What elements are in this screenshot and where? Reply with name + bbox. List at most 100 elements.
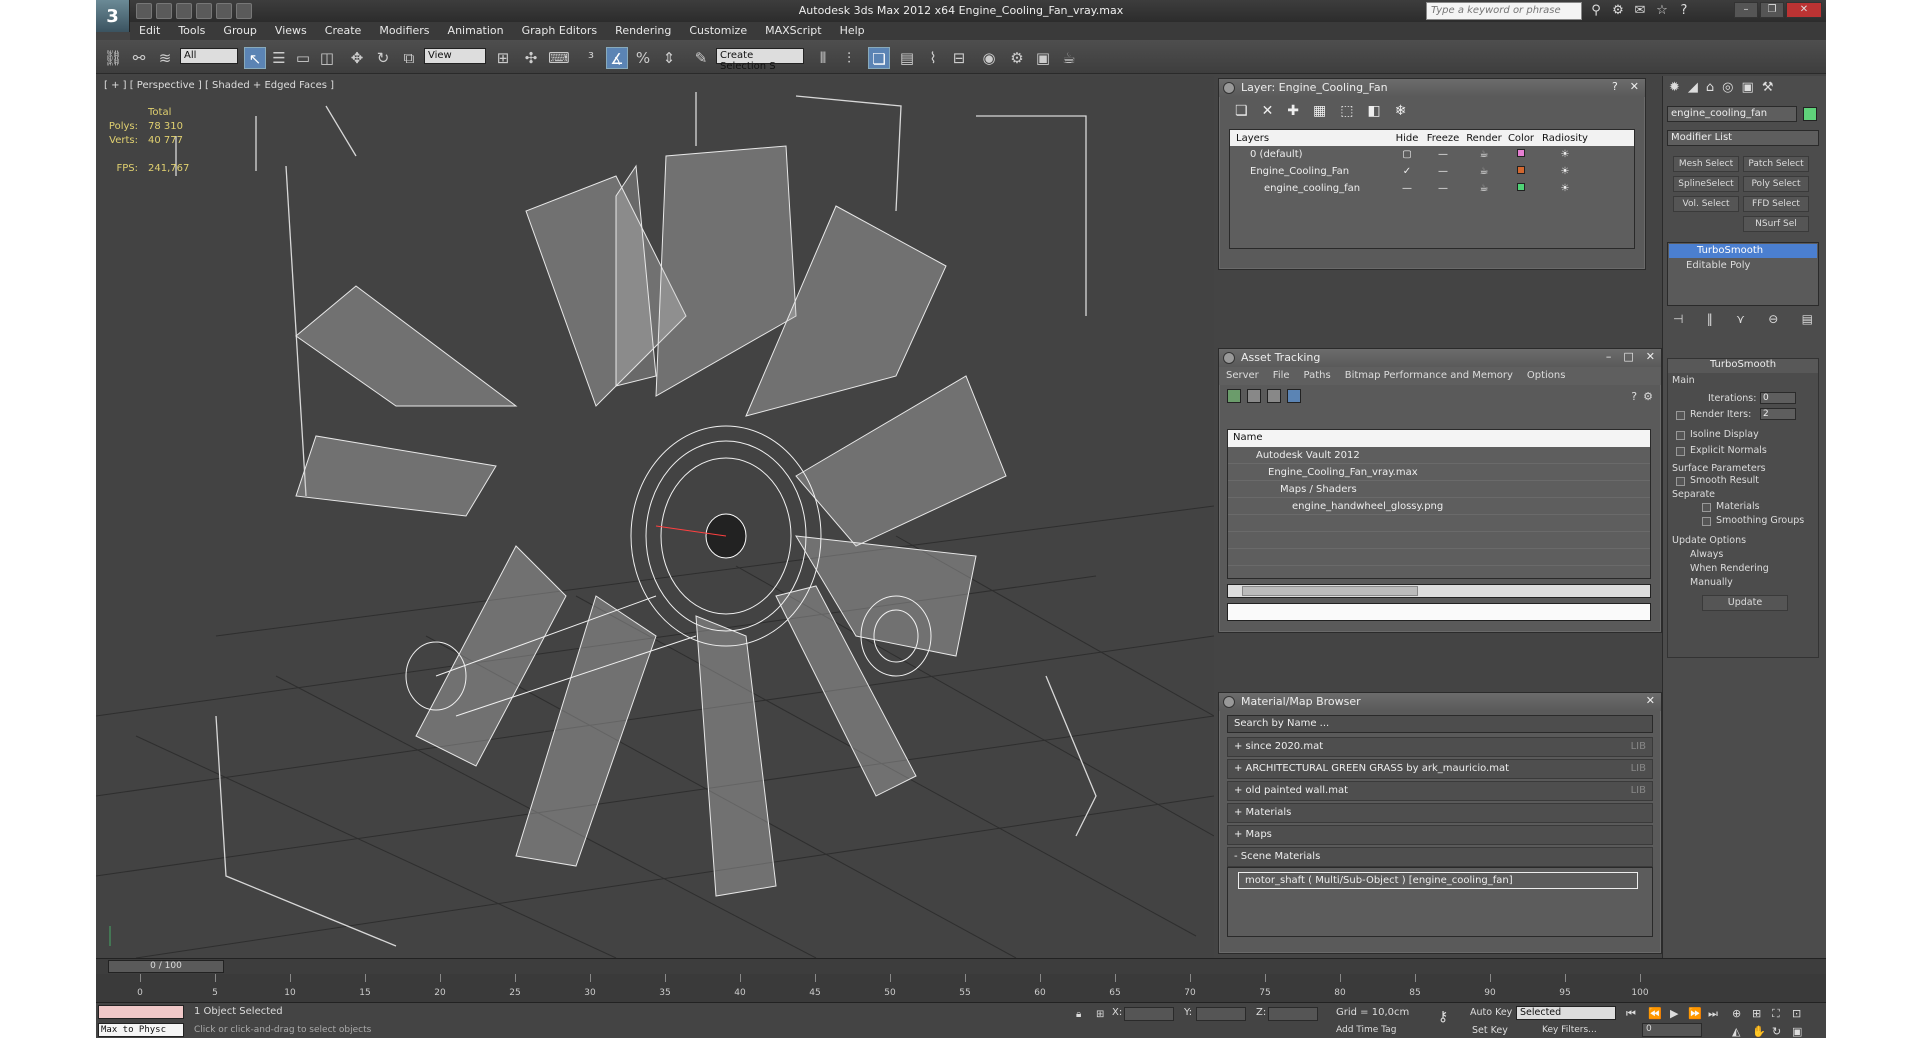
material-editor-icon[interactable]: ◉ bbox=[978, 47, 1000, 69]
select-in-layer-icon[interactable]: ▦ bbox=[1313, 103, 1326, 119]
render-setup-icon[interactable]: ⚙ bbox=[1006, 47, 1028, 69]
material-group-row[interactable]: + Materials bbox=[1227, 803, 1653, 823]
close-icon[interactable]: ✕ bbox=[1646, 694, 1655, 707]
nsurf-sel-button[interactable]: NSurf Sel bbox=[1743, 216, 1809, 232]
remove-modifier-icon[interactable]: ⊖ bbox=[1768, 312, 1778, 326]
asset-menu-paths[interactable]: Paths bbox=[1297, 367, 1338, 385]
freeze-all-icon[interactable]: ❄ bbox=[1395, 103, 1407, 119]
hierarchy-tab-icon[interactable]: ⌂ bbox=[1706, 80, 1714, 95]
previous-frame-icon[interactable]: ⏪ bbox=[1648, 1007, 1662, 1020]
play-icon[interactable]: ▶ bbox=[1670, 1007, 1678, 1020]
angle-snap-icon[interactable]: ∡ bbox=[606, 47, 628, 69]
modify-tab-icon[interactable]: ◢ bbox=[1688, 80, 1698, 95]
vol-select-button[interactable]: Vol. Select bbox=[1673, 196, 1739, 212]
radiosity-icon[interactable]: ☀ bbox=[1536, 183, 1594, 194]
list-view-icon[interactable] bbox=[1247, 389, 1261, 403]
select-object-icon[interactable]: ↖ bbox=[244, 47, 266, 69]
scene-material-item[interactable]: motor_shaft ( Multi/Sub-Object ) [engine… bbox=[1238, 872, 1638, 889]
layer-color-swatch[interactable] bbox=[1517, 149, 1525, 157]
time-slider[interactable]: 0 / 100 bbox=[108, 960, 224, 973]
mesh-select-button[interactable]: Mesh Select bbox=[1673, 156, 1739, 172]
asset-col-name[interactable]: Name bbox=[1228, 430, 1650, 447]
layer-name[interactable]: engine_cooling_fan bbox=[1230, 183, 1390, 194]
scale-icon[interactable]: ⧉ bbox=[398, 47, 420, 69]
rendered-frame-window-icon[interactable]: ▣ bbox=[1032, 47, 1054, 69]
active-checkmark-icon[interactable]: ✓ bbox=[1390, 166, 1424, 177]
menu-maxscript[interactable]: MAXScript bbox=[756, 22, 830, 40]
named-selection-set-dropdown[interactable]: Create Selection S bbox=[716, 48, 804, 72]
pivot-center-icon[interactable]: ⊞ bbox=[492, 47, 514, 69]
col-freeze[interactable]: Freeze bbox=[1424, 133, 1462, 144]
asset-row-maps[interactable]: Maps / Shaders bbox=[1228, 481, 1650, 498]
modifier-list-dropdown[interactable]: Modifier List bbox=[1667, 130, 1819, 146]
hide-toggle[interactable]: — bbox=[1390, 183, 1424, 194]
search-input[interactable]: Type a keyword or phrase bbox=[1426, 2, 1582, 20]
asset-path-field[interactable] bbox=[1227, 603, 1651, 621]
next-frame-icon[interactable]: ⏩ bbox=[1688, 1007, 1702, 1020]
material-group-row[interactable]: - Scene Materials bbox=[1227, 847, 1653, 867]
auto-key-button[interactable]: Auto Key bbox=[1470, 1007, 1512, 1018]
lock-selection-icon[interactable]: 🔒︎ bbox=[1076, 1009, 1081, 1020]
snaps-toggle-icon[interactable]: ³ bbox=[580, 47, 602, 69]
motion-tab-icon[interactable]: ◎ bbox=[1722, 80, 1733, 95]
reference-coordinate-dropdown[interactable]: View bbox=[424, 48, 486, 64]
minimize-button[interactable]: – bbox=[1734, 2, 1758, 18]
radiosity-icon[interactable]: ☀ bbox=[1536, 149, 1594, 160]
keyboard-shortcut-icon[interactable]: ⌨ bbox=[548, 47, 570, 69]
material-group-row[interactable]: + since 2020.mat LIB bbox=[1227, 737, 1653, 757]
maximize-viewport-icon[interactable]: ▣ bbox=[1792, 1025, 1802, 1038]
render-production-icon[interactable]: ☕ bbox=[1058, 47, 1080, 69]
render-iters-checkbox[interactable] bbox=[1676, 411, 1685, 420]
object-color-swatch[interactable] bbox=[1803, 107, 1817, 121]
layer-manager-icon[interactable]: ❏ bbox=[868, 47, 890, 69]
curve-editor-icon[interactable]: ⌇ bbox=[922, 47, 944, 69]
stack-item-editable-poly[interactable]: Editable Poly bbox=[1668, 259, 1818, 273]
iterations-spinner[interactable]: 0 bbox=[1760, 392, 1796, 404]
move-icon[interactable]: ✥ bbox=[346, 47, 368, 69]
material-group-row[interactable]: + old painted wall.mat LIB bbox=[1227, 781, 1653, 801]
menu-animation[interactable]: Animation bbox=[439, 22, 513, 40]
scrollbar-thumb[interactable] bbox=[1242, 586, 1418, 596]
menu-help[interactable]: Help bbox=[831, 22, 874, 40]
tree-view-icon[interactable] bbox=[1287, 389, 1301, 403]
bind-space-warp-icon[interactable]: ≋ bbox=[154, 47, 176, 69]
z-coord-field[interactable] bbox=[1268, 1007, 1318, 1021]
menu-create[interactable]: Create bbox=[316, 22, 371, 40]
settings-icon[interactable]: ⚙ bbox=[1643, 390, 1653, 403]
rotate-icon[interactable]: ↻ bbox=[372, 47, 394, 69]
schematic-view-icon[interactable]: ⊟ bbox=[948, 47, 970, 69]
selection-filter-dropdown[interactable]: All bbox=[180, 48, 238, 64]
viewport-label[interactable]: [ + ] [ Perspective ] [ Shaded + Edged F… bbox=[104, 80, 334, 91]
maxscript-mini-listener[interactable]: Max to Physc bbox=[98, 1023, 184, 1037]
graphite-tools-icon[interactable]: ▤ bbox=[896, 47, 918, 69]
freeze-toggle[interactable]: — bbox=[1424, 166, 1462, 177]
menu-customize[interactable]: Customize bbox=[680, 22, 756, 40]
go-to-end-icon[interactable]: ⏭ bbox=[1708, 1007, 1718, 1021]
align-icon[interactable]: ⫶ bbox=[838, 47, 860, 69]
help-icon[interactable]: ? bbox=[1676, 3, 1692, 19]
x-coord-field[interactable] bbox=[1124, 1007, 1174, 1021]
col-color[interactable]: Color bbox=[1506, 133, 1536, 144]
orbit-icon[interactable]: ↻ bbox=[1772, 1025, 1781, 1038]
select-and-manipulate-icon[interactable]: ✣ bbox=[520, 47, 542, 69]
menu-modifiers[interactable]: Modifiers bbox=[370, 22, 438, 40]
close-button[interactable]: ✕ bbox=[1786, 2, 1822, 18]
material-search-input[interactable]: Search by Name ... bbox=[1227, 715, 1653, 733]
asset-row-vault[interactable]: Autodesk Vault 2012 bbox=[1228, 447, 1650, 464]
pin-stack-icon[interactable]: ⊣ bbox=[1673, 312, 1683, 326]
object-name-field[interactable]: engine_cooling_fan bbox=[1667, 106, 1797, 122]
ffd-select-button[interactable]: FFD Select bbox=[1743, 196, 1809, 212]
refresh-icon[interactable] bbox=[1227, 389, 1241, 403]
track-bar[interactable]: 0 5 10 15 20 25 30 35 40 45 50 55 60 65 70 75 80 85 90 95 10… bbox=[96, 974, 1826, 1002]
asset-menu-options[interactable]: Options bbox=[1520, 367, 1573, 385]
close-icon[interactable]: ✕ bbox=[1646, 350, 1655, 363]
make-unique-icon[interactable]: ⋎ bbox=[1736, 312, 1745, 326]
show-end-result-icon[interactable]: ‖ bbox=[1707, 312, 1713, 326]
menu-tools[interactable]: Tools bbox=[169, 22, 214, 40]
create-layer-icon[interactable]: ❏ bbox=[1235, 103, 1248, 119]
patch-select-button[interactable]: Patch Select bbox=[1743, 156, 1809, 172]
key-icon[interactable]: ⚷ bbox=[1438, 1009, 1448, 1025]
zoom-all-icon[interactable]: ⊞ bbox=[1752, 1007, 1761, 1020]
help-icon[interactable]: ? bbox=[1612, 80, 1618, 93]
asset-menu-bitmap[interactable]: Bitmap Performance and Memory bbox=[1338, 367, 1520, 385]
